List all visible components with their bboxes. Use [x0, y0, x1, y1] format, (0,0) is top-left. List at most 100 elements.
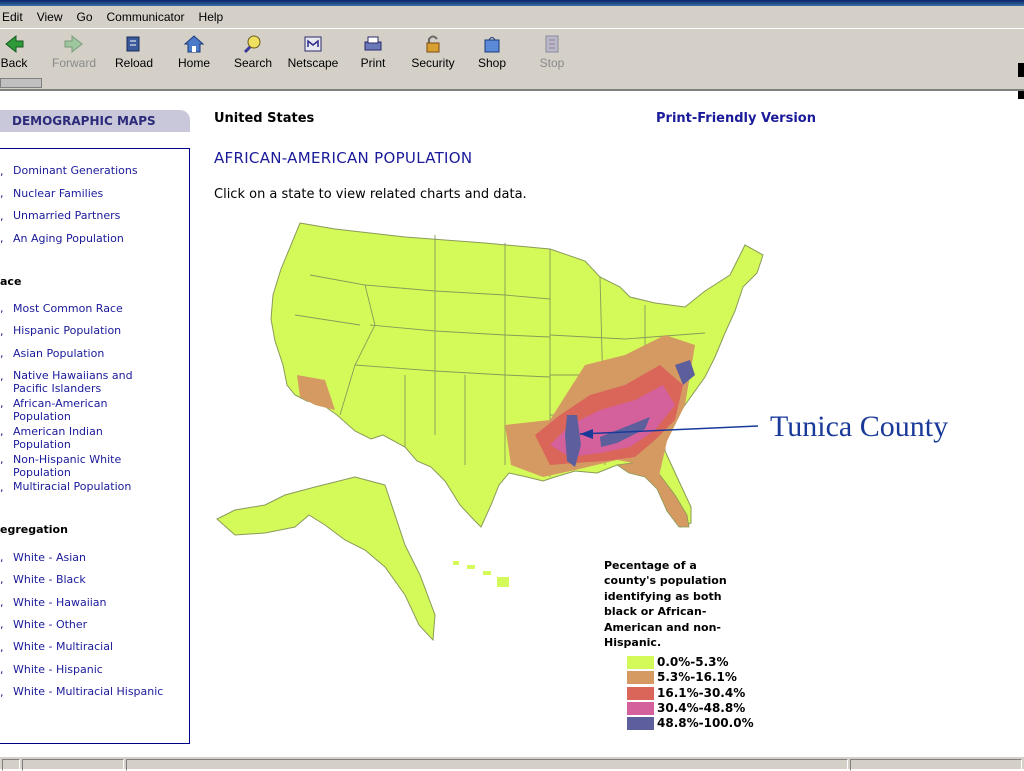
- security-label: Security: [411, 56, 455, 70]
- legend-title-line: Pecentage of a: [604, 559, 697, 572]
- netscape-button[interactable]: Netscape: [287, 31, 339, 75]
- print-button[interactable]: Print: [347, 31, 399, 75]
- legend-swatch: [627, 687, 654, 700]
- toolbar-grip-tab[interactable]: [0, 78, 42, 88]
- netscape-label: Netscape: [287, 56, 339, 70]
- link-asian-population[interactable]: Asian Population: [13, 347, 104, 361]
- bullet: ,: [0, 453, 4, 466]
- link-most-common-race[interactable]: Most Common Race: [13, 302, 123, 316]
- home-button[interactable]: Home: [168, 31, 220, 75]
- legend-swatch: [627, 717, 654, 730]
- link-aging-population[interactable]: An Aging Population: [13, 232, 124, 246]
- printer-icon: [364, 36, 382, 51]
- location-toolbar-collapsed: [0, 77, 1024, 91]
- bullet: ,: [0, 302, 4, 315]
- map-instruction: Click on a state to view related charts …: [214, 187, 527, 202]
- link-dominant-generations[interactable]: Dominant Generations: [13, 164, 138, 178]
- link-african-american-line2[interactable]: Population: [13, 410, 71, 424]
- legend-label: 16.1%-30.4%: [657, 686, 746, 700]
- legend-swatch: [627, 671, 654, 684]
- back-button[interactable]: Back: [0, 31, 40, 75]
- link-american-indian-line2[interactable]: Population: [13, 438, 71, 452]
- link-multiracial-population[interactable]: Multiracial Population: [13, 480, 131, 494]
- shopping-bag-icon: [484, 37, 500, 53]
- hawaii-islands[interactable]: [453, 561, 509, 587]
- bullet: ,: [0, 596, 4, 609]
- bullet: ,: [0, 165, 4, 178]
- menu-bar: Edit View Go Communicator Help: [0, 6, 1024, 28]
- print-label: Print: [360, 56, 386, 70]
- link-white-hawaiian[interactable]: White - Hawaiian: [13, 596, 107, 610]
- stop-button[interactable]: Stop: [526, 31, 578, 75]
- link-hispanic-population[interactable]: Hispanic Population: [13, 324, 121, 338]
- menu-edit[interactable]: Edit: [2, 10, 23, 24]
- legend-title-line: Hispanic.: [604, 636, 662, 650]
- link-non-hispanic-white-line2[interactable]: Population: [13, 466, 71, 480]
- legend-title: Pecentage of a county's population ident…: [604, 558, 744, 650]
- bullet: ,: [0, 347, 4, 360]
- progress-area: [22, 759, 124, 771]
- reload-icon: [126, 36, 140, 52]
- link-non-hispanic-white-line1[interactable]: Non-Hispanic White: [13, 453, 121, 467]
- link-african-american-line1[interactable]: African-American: [13, 397, 107, 411]
- search-button[interactable]: Search: [227, 31, 279, 75]
- link-american-indian-line1[interactable]: American Indian: [13, 425, 103, 439]
- legend-label: 0.0%-5.3%: [657, 655, 729, 669]
- home-label: Home: [177, 56, 210, 70]
- link-white-other[interactable]: White - Other: [13, 618, 87, 632]
- home-icon: [183, 35, 205, 53]
- map-title: AFRICAN-AMERICAN POPULATION: [214, 149, 473, 167]
- stop-icon: [545, 35, 559, 53]
- reload-button[interactable]: Reload: [108, 31, 160, 75]
- reload-label: Reload: [114, 56, 154, 70]
- legend-label: 30.4%-48.8%: [657, 701, 746, 715]
- legend-title-line: county's population: [604, 574, 727, 588]
- link-native-hawaiians-line1[interactable]: Native Hawaiians and: [13, 369, 133, 383]
- shop-button[interactable]: Shop: [466, 31, 518, 75]
- padlock-icon: [426, 35, 440, 53]
- back-arrow-icon: [5, 34, 24, 54]
- forward-button[interactable]: Forward: [48, 31, 100, 75]
- legend-title-line: identifying as both: [604, 589, 722, 603]
- alaska-shape[interactable]: [216, 476, 436, 642]
- link-unmarried-partners[interactable]: Unmarried Partners: [13, 209, 120, 223]
- link-native-hawaiians-line2[interactable]: Pacific Islanders: [13, 382, 101, 396]
- bullet: ,: [0, 481, 4, 494]
- legend-swatch: [627, 656, 654, 669]
- section-segregation-heading: egregation: [0, 523, 68, 536]
- security-status-icon[interactable]: [2, 759, 20, 771]
- bullet: ,: [0, 425, 4, 438]
- bullet: ,: [0, 641, 4, 654]
- country-title: United States: [214, 111, 315, 126]
- link-white-hispanic[interactable]: White - Hispanic: [13, 663, 103, 677]
- navigation-toolbar: Back Forward Reload Home Search Netscape…: [0, 28, 1024, 99]
- stop-label: Stop: [539, 56, 565, 70]
- legend-label: 5.3%-16.1%: [657, 670, 737, 684]
- menu-view[interactable]: View: [37, 10, 63, 24]
- link-white-asian[interactable]: White - Asian: [13, 551, 86, 565]
- forward-label: Forward: [51, 56, 96, 70]
- component-bar[interactable]: [850, 759, 1022, 771]
- sidebar-link-box: , Dominant Generations , Nuclear Familie…: [0, 148, 190, 744]
- menu-go[interactable]: Go: [76, 10, 92, 24]
- menu-communicator[interactable]: Communicator: [107, 10, 185, 24]
- link-white-multiracial[interactable]: White - Multiracial: [13, 640, 113, 654]
- search-label: Search: [233, 56, 273, 70]
- legend-title-line: black or African-: [604, 605, 707, 619]
- section-race-heading: ace: [0, 275, 22, 288]
- legend-label: 48.8%-100.0%: [657, 716, 754, 730]
- bullet: ,: [0, 210, 4, 223]
- bullet: ,: [0, 551, 4, 564]
- link-white-multiracial-hispanic[interactable]: White - Multiracial Hispanic: [13, 685, 163, 699]
- security-button[interactable]: Security: [407, 31, 459, 75]
- back-label: Back: [0, 56, 28, 70]
- shop-label: Shop: [477, 56, 507, 70]
- menu-help[interactable]: Help: [199, 10, 224, 24]
- tunica-county-label: Tunica County: [770, 410, 949, 443]
- bullet: ,: [0, 663, 4, 676]
- link-nuclear-families[interactable]: Nuclear Families: [13, 187, 103, 201]
- link-white-black[interactable]: White - Black: [13, 573, 86, 587]
- print-friendly-link[interactable]: Print-Friendly Version: [656, 111, 816, 126]
- bullet: ,: [0, 187, 4, 200]
- bullet: ,: [0, 325, 4, 338]
